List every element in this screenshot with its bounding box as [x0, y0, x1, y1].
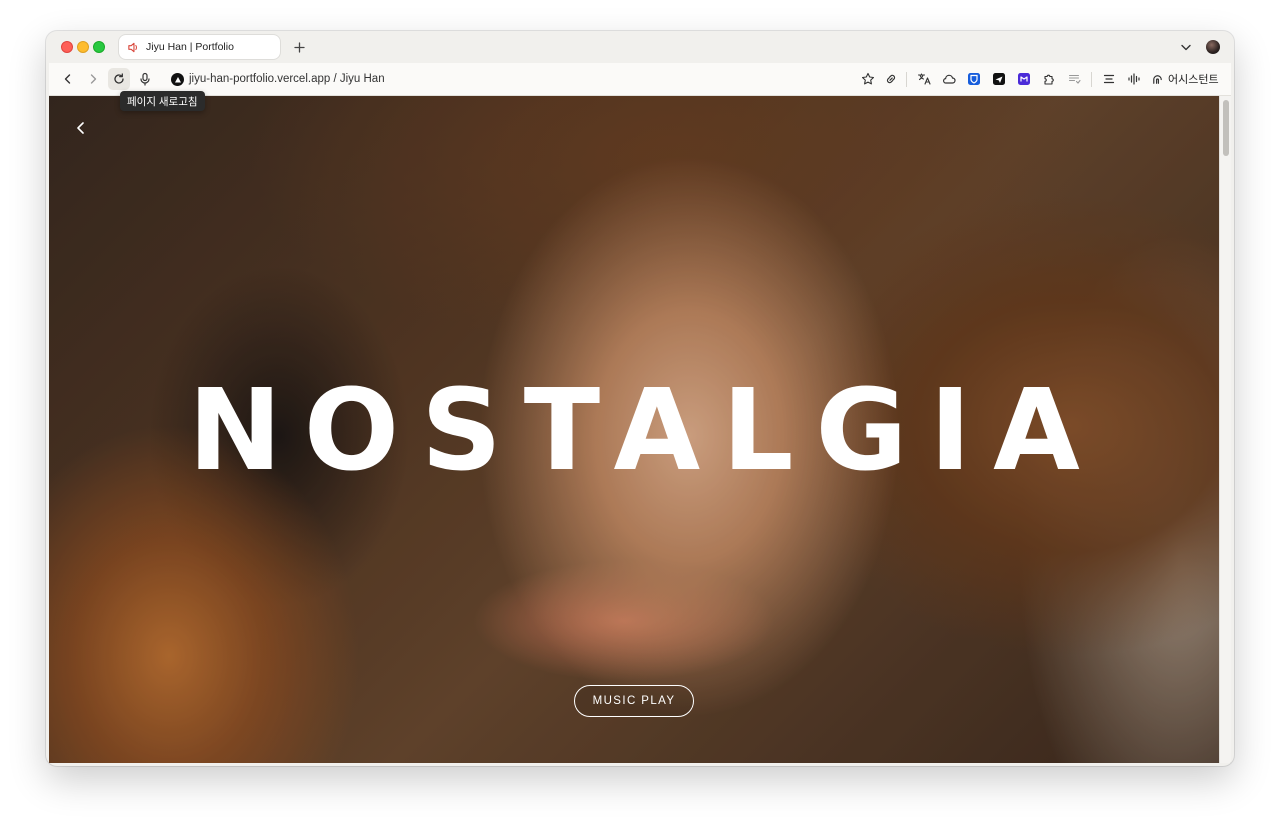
- assistant-button[interactable]: 어시스턴트: [1151, 69, 1219, 89]
- tab-title: Jiyu Han | Portfolio: [146, 41, 234, 53]
- address-bar[interactable]: jiyu-han-portfolio.vercel.app / Jiyu Han: [189, 73, 385, 85]
- assistant-label: 어시스턴트: [1168, 74, 1219, 86]
- browser-window: Jiyu Han | Portfolio jiyu-han-portfolio.…: [46, 31, 1234, 766]
- browser-tab[interactable]: Jiyu Han | Portfolio: [119, 35, 280, 59]
- extensions-button[interactable]: [1040, 70, 1058, 88]
- cloud-icon: [943, 74, 956, 84]
- reload-button[interactable]: [108, 68, 130, 90]
- extension-purple-icon: [1018, 73, 1030, 85]
- scroll-thumb[interactable]: [1223, 100, 1229, 156]
- bitwarden-extension[interactable]: [965, 70, 983, 88]
- cloud-extension[interactable]: [940, 70, 958, 88]
- link-icon: [886, 74, 896, 84]
- reader-mode-button[interactable]: [1065, 70, 1083, 88]
- sidebar-menu-button[interactable]: [1100, 70, 1118, 88]
- minimize-window-button[interactable]: [77, 41, 89, 53]
- bookmark-star-button[interactable]: [859, 70, 877, 88]
- audio-wave-icon: [1128, 73, 1140, 85]
- music-play-button[interactable]: MUSIC PLAY: [574, 685, 694, 717]
- copy-link-button[interactable]: [882, 70, 900, 88]
- maximize-window-button[interactable]: [93, 41, 105, 53]
- chevron-left-icon: [64, 74, 71, 84]
- hero-title: NOSTALGIA: [188, 366, 1102, 496]
- chevron-right-icon: [90, 74, 97, 84]
- toolbar-divider: [906, 72, 907, 87]
- translate-button[interactable]: [915, 70, 933, 88]
- star-icon: [861, 72, 875, 85]
- close-window-button[interactable]: [61, 41, 73, 53]
- back-button[interactable]: [57, 68, 79, 90]
- voice-search-button[interactable]: [134, 68, 156, 90]
- triangle-logo-icon: [171, 73, 184, 86]
- browser-toolbar: jiyu-han-portfolio.vercel.app / Jiyu Han: [49, 63, 1231, 96]
- audio-button[interactable]: [1125, 70, 1143, 88]
- page-scrollbar[interactable]: [1219, 96, 1231, 763]
- translate-icon: [917, 73, 931, 85]
- purple-extension[interactable]: [1015, 70, 1033, 88]
- reload-icon: [114, 73, 124, 84]
- speaker-icon[interactable]: [127, 41, 140, 54]
- new-tab-button[interactable]: [289, 37, 309, 57]
- menu-lines-icon: [1103, 74, 1115, 84]
- puzzle-icon: [1044, 74, 1054, 85]
- plus-icon: [293, 41, 305, 53]
- chevron-down-icon[interactable]: [1178, 39, 1194, 55]
- send-icon: [993, 73, 1005, 85]
- reload-tooltip: 페이지 새로고침: [120, 91, 205, 111]
- reader-icon: [1068, 74, 1081, 84]
- tab-strip: Jiyu Han | Portfolio: [46, 31, 1234, 63]
- microphone-icon: [140, 72, 150, 86]
- assistant-icon: [1153, 74, 1162, 84]
- chevron-left-icon: [77, 122, 84, 134]
- page-back-button[interactable]: [71, 118, 91, 138]
- toolbar-divider: [1091, 72, 1092, 87]
- bitwarden-icon: [968, 73, 980, 85]
- page-viewport: NOSTALGIA MUSIC PLAY: [49, 96, 1231, 763]
- profile-avatar[interactable]: [1206, 40, 1220, 54]
- send-extension[interactable]: [990, 70, 1008, 88]
- forward-button[interactable]: [82, 68, 104, 90]
